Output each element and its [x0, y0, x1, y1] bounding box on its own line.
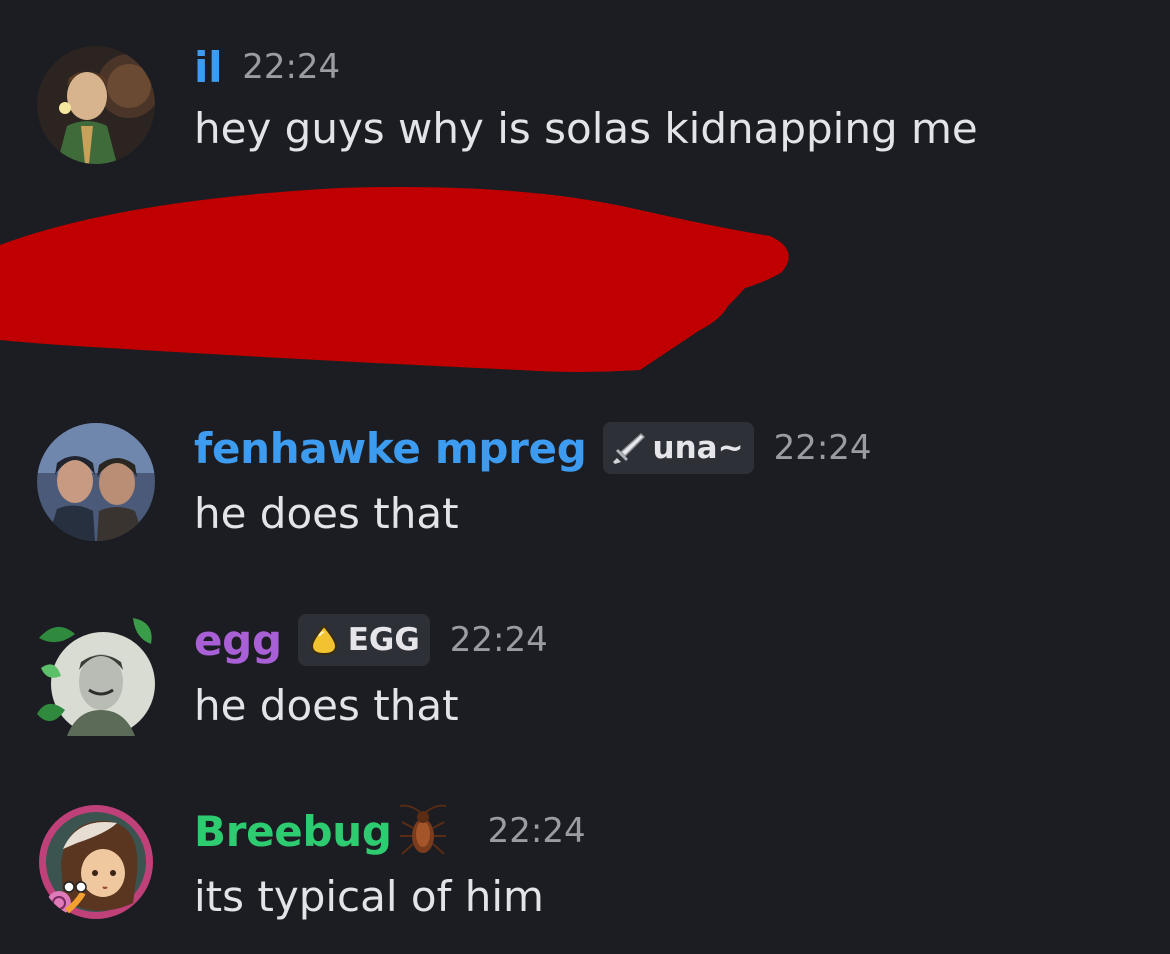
message-text: he does that — [194, 489, 459, 538]
message-timestamp: 22:24 — [449, 620, 548, 660]
message-text: hey guys why is solas kidnapping me — [194, 104, 978, 153]
user-avatar-breebug[interactable] — [37, 803, 155, 921]
username[interactable]: egg — [194, 616, 282, 665]
leafy-portrait-avatar-icon — [37, 618, 155, 736]
pixel-portrait-avatar-icon — [39, 805, 153, 919]
message-text: its typical of him — [194, 872, 544, 921]
username[interactable]: fenhawke mpreg — [194, 424, 587, 473]
message-text: he does that — [194, 681, 459, 730]
user-avatar-fenhawke-mpreg[interactable] — [37, 423, 155, 541]
couple-portrait-avatar-icon — [37, 423, 155, 541]
redaction-scribble — [0, 186, 789, 372]
username[interactable]: il — [194, 43, 223, 92]
role-tag-label: una~ — [652, 430, 744, 466]
message-timestamp: 22:24 — [487, 811, 586, 851]
username[interactable]: Breebug — [194, 807, 392, 856]
message-timestamp: 22:24 — [773, 428, 872, 468]
role-tag-label: EGG — [347, 622, 420, 658]
chat-message-list: il 22:24 hey guys why is solas kidnappin… — [0, 0, 1170, 954]
role-tag[interactable]: una~ — [602, 422, 754, 474]
egg-icon — [310, 624, 337, 656]
user-avatar-egg[interactable] — [37, 618, 155, 736]
sword-icon — [612, 432, 645, 464]
user-avatar-il[interactable] — [37, 46, 155, 164]
cockroach-icon — [399, 804, 446, 855]
message-timestamp: 22:24 — [242, 47, 341, 87]
role-tag[interactable]: EGG — [297, 614, 430, 666]
elf-portrait-avatar-icon — [37, 46, 155, 164]
